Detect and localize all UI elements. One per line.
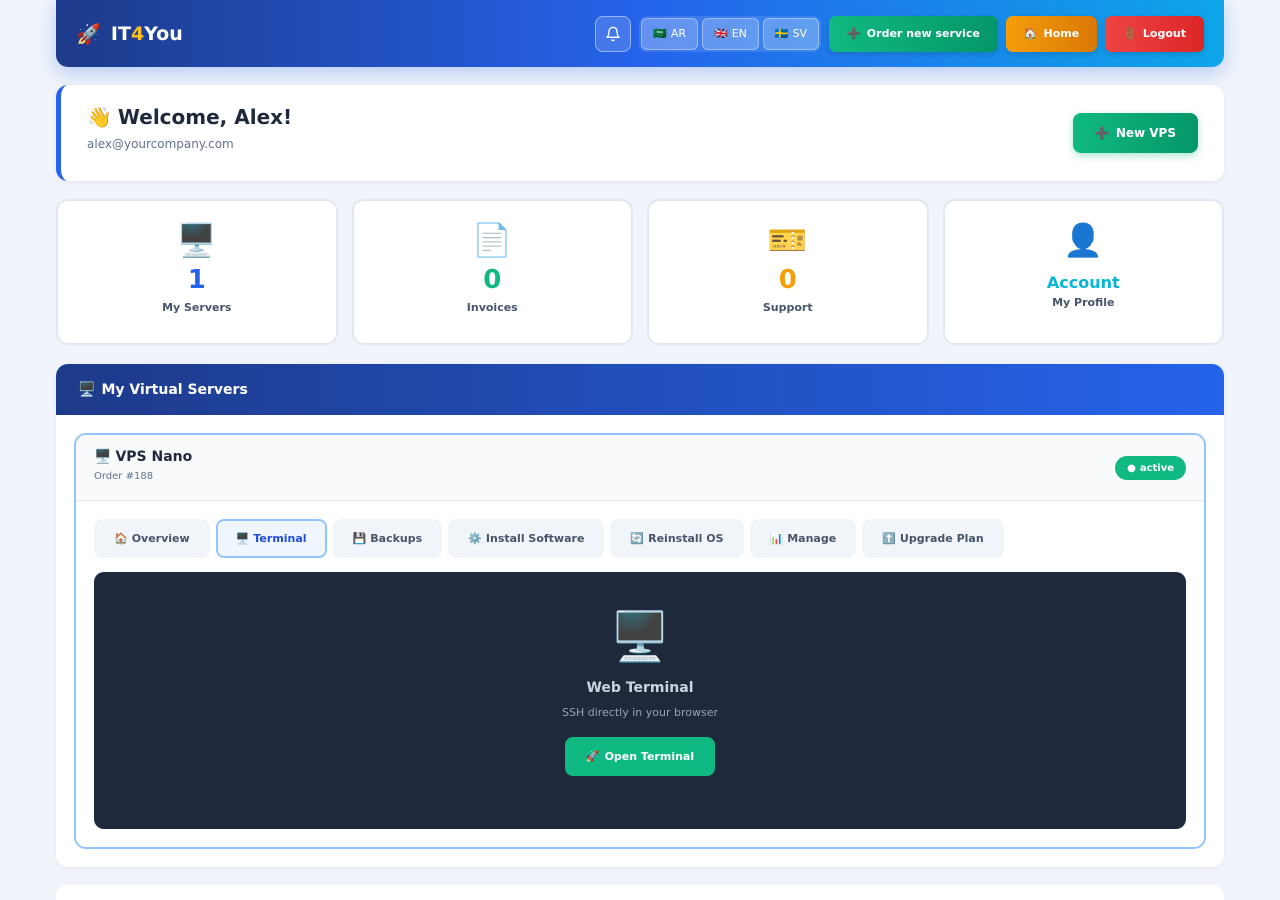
top-header: 🚀 IT4You 🇸🇦 AR 🇬🇧 EN 🇸🇪 SV ➕ Order new s… (56, 0, 1224, 67)
computer-icon: 🖥️ (78, 381, 96, 398)
brand-logo[interactable]: 🚀 IT4You (76, 22, 183, 46)
terminal-panel: 🖥️ Web Terminal SSH directly in your bro… (94, 572, 1186, 829)
plus-icon: ➕ (847, 27, 861, 40)
stat-card-servers[interactable]: 🖥️ 1 My Servers (56, 199, 338, 345)
document-icon: 📄 (472, 221, 513, 259)
ticket-icon: 🎫 (767, 221, 808, 259)
tab-reinstall-os[interactable]: 🔄 Reinstall OS (610, 519, 744, 558)
stat-card-account[interactable]: 👤 Account My Profile (942, 199, 1224, 345)
computer-icon: 🖥️ (94, 449, 112, 465)
notifications-button[interactable] (595, 15, 632, 52)
new-vps-button[interactable]: ➕ New VPS (1072, 113, 1198, 153)
brand-name: IT4You (110, 22, 183, 45)
user-icon: 👤 (1063, 221, 1104, 259)
servers-count: 1 (187, 265, 206, 295)
language-switcher: 🇸🇦 AR 🇬🇧 EN 🇸🇪 SV (639, 15, 822, 52)
servers-panel-header: 🖥️ My Virtual Servers (56, 364, 1224, 415)
stats-row: 🖥️ 1 My Servers 📄 0 Invoices 🎫 0 Support… (56, 199, 1224, 345)
virtual-servers-panel: 🖥️ My Virtual Servers 🖥️ VPS Nano Order … (56, 364, 1224, 867)
vps-card: 🖥️ VPS Nano Order #188 ● active 🏠 Overvi… (74, 433, 1206, 849)
home-icon: 🏠 (1023, 27, 1038, 40)
vps-tabs: 🏠 Overview 🖥️ Terminal 💾 Backups ⚙️ Inst… (94, 519, 1004, 558)
welcome-title: 👋 Welcome, Alex! (87, 105, 293, 129)
stat-card-invoices[interactable]: 📄 0 Invoices (351, 199, 633, 345)
profile-label: My Profile (1052, 296, 1115, 309)
flag-gb-icon: 🇬🇧 (713, 27, 728, 40)
flag-se-icon: 🇸🇪 (774, 27, 789, 40)
tab-upgrade-plan[interactable]: ⬆️ Upgrade Plan (862, 519, 1004, 558)
next-section-card (56, 885, 1224, 900)
invoices-label: Invoices (466, 301, 518, 314)
flag-sa-icon: 🇸🇦 (653, 27, 667, 40)
floppy-disk-icon: 💾 (352, 532, 367, 545)
logout-button[interactable]: 🚪 Logout (1105, 15, 1204, 52)
welcome-card: 👋 Welcome, Alex! alex@yourcompany.com ➕ … (56, 85, 1224, 181)
user-email: alex@yourcompany.com (87, 137, 234, 151)
door-icon: 🚪 (1123, 27, 1137, 40)
account-title: Account (1046, 273, 1120, 292)
stat-card-support[interactable]: 🎫 0 Support (647, 199, 929, 345)
servers-panel-title: My Virtual Servers (101, 381, 248, 398)
support-label: Support (762, 301, 813, 314)
terminal-title: Web Terminal (586, 680, 694, 696)
status-badge: ● active (1115, 456, 1186, 480)
home-icon: 🏠 (114, 532, 128, 545)
tab-install-software[interactable]: ⚙️ Install Software (448, 519, 605, 558)
lang-ar-button[interactable]: 🇸🇦 AR (641, 17, 698, 50)
invoices-count: 0 (483, 265, 502, 295)
home-button[interactable]: 🏠 Home (1005, 15, 1098, 52)
computer-icon: 🖥️ (176, 221, 217, 259)
bell-icon (606, 26, 620, 41)
open-terminal-button[interactable]: 🚀 Open Terminal (565, 737, 715, 776)
order-new-service-button[interactable]: ➕ Order new service (829, 15, 998, 52)
lang-sv-button[interactable]: 🇸🇪 SV (762, 17, 820, 50)
wave-icon: 👋 (87, 105, 112, 129)
computer-icon: 🖥️ (610, 609, 670, 665)
support-count: 0 (778, 265, 797, 295)
servers-label: My Servers (162, 301, 232, 314)
header-actions: 🇸🇦 AR 🇬🇧 EN 🇸🇪 SV ➕ Order new service 🏠 … (595, 15, 1204, 52)
computer-icon: 🖥️ (235, 532, 250, 545)
status-dot-icon: ● (1127, 462, 1136, 474)
vps-name: 🖥️ VPS Nano (94, 449, 193, 465)
rocket-icon: 🚀 (76, 21, 101, 46)
rocket-icon: 🚀 (585, 750, 600, 763)
tab-manage[interactable]: 📊 Manage (749, 519, 857, 558)
tab-overview[interactable]: 🏠 Overview (94, 519, 210, 558)
bar-chart-icon: 📊 (769, 532, 784, 545)
vps-card-header: 🖥️ VPS Nano Order #188 ● active (76, 435, 1204, 501)
refresh-icon: 🔄 (630, 532, 645, 545)
terminal-subtitle: SSH directly in your browser (561, 706, 718, 719)
plus-icon: ➕ (1094, 126, 1110, 140)
arrow-up-icon: ⬆️ (882, 532, 896, 545)
gear-icon: ⚙️ (468, 532, 482, 545)
tab-terminal[interactable]: 🖥️ Terminal (215, 519, 327, 558)
lang-en-button[interactable]: 🇬🇧 EN (701, 17, 759, 50)
tab-backups[interactable]: 💾 Backups (332, 519, 443, 558)
vps-order-number: Order #188 (94, 471, 154, 482)
